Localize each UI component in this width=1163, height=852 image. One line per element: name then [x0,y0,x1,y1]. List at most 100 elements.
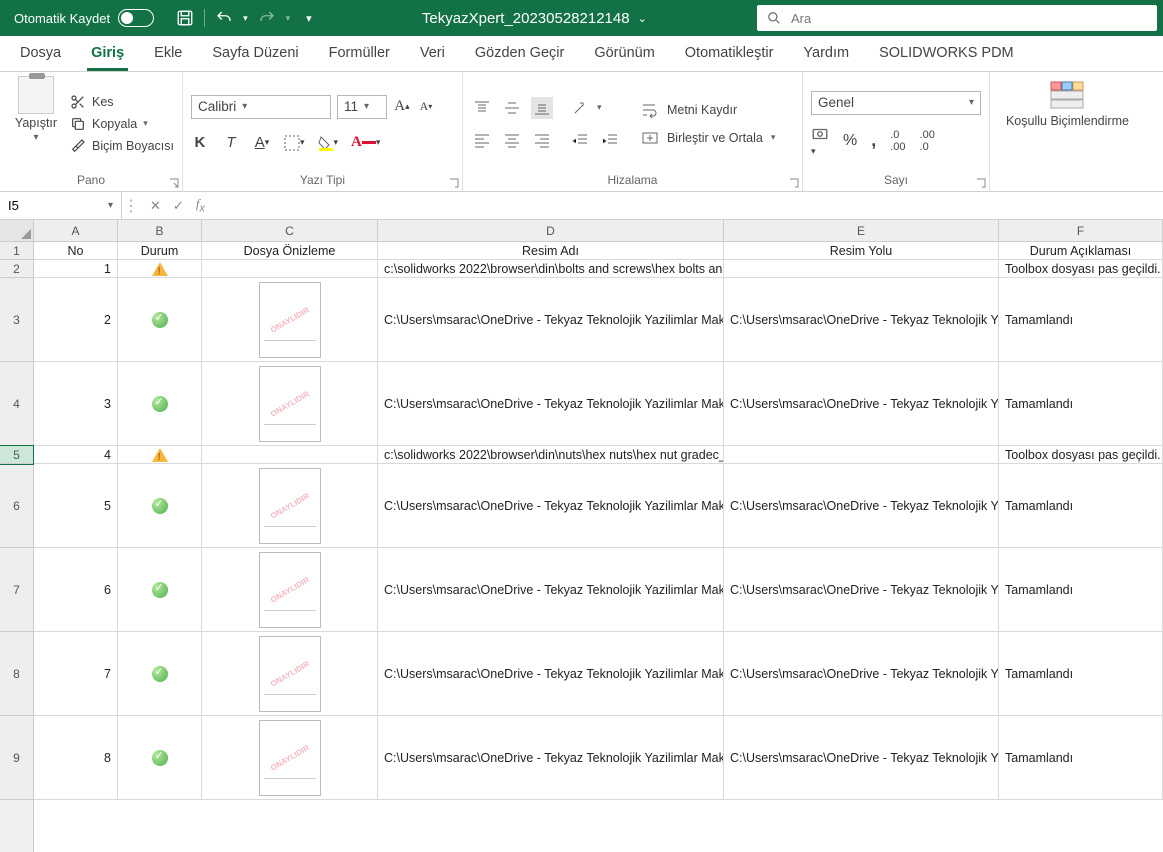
tab-dosya[interactable]: Dosya [16,37,65,71]
font-color-button[interactable]: A ▾ [351,133,380,153]
cell[interactable]: Tamamlandı [999,278,1163,362]
row-header[interactable]: 7 [0,548,33,632]
cell[interactable]: ONAYLIDIR [202,632,378,716]
align-top-icon[interactable] [471,97,493,119]
cell[interactable] [118,446,202,464]
cell[interactable]: C:\Users\msarac\OneDrive - Tekyaz Teknol… [378,548,724,632]
toggle-switch[interactable] [118,9,154,27]
cell[interactable]: C:\Users\msarac\OneDrive - Tekyaz Teknol… [724,362,999,446]
redo-icon[interactable] [258,9,276,27]
select-all-corner[interactable] [0,220,33,242]
cell[interactable]: Tamamlandı [999,362,1163,446]
cell[interactable]: c:\solidworks 2022\browser\din\bolts and… [378,260,724,278]
tab-formüller[interactable]: Formüller [325,37,394,71]
tab-görünüm[interactable]: Görünüm [590,37,658,71]
row-header[interactable]: 6 [0,464,33,548]
tab-sayfa-düzeni[interactable]: Sayfa Düzeni [208,37,302,71]
cell[interactable]: Dosya Önizleme [202,242,378,260]
cell[interactable]: No [34,242,118,260]
number-format-combo[interactable]: Genel ▾ [811,91,981,115]
cell[interactable]: C:\Users\msarac\OneDrive - Tekyaz Teknol… [378,362,724,446]
tab-ekle[interactable]: Ekle [150,37,186,71]
cell[interactable]: Toolbox dosyası pas geçildi. [999,446,1163,464]
cell[interactable]: ONAYLIDIR [202,278,378,362]
cell[interactable]: Durum [118,242,202,260]
font-name-combo[interactable]: Calibri ▾ [191,95,331,119]
tab-giriş[interactable]: Giriş [87,37,128,71]
cell[interactable]: C:\Users\msarac\OneDrive - Tekyaz Teknol… [378,464,724,548]
comma-button[interactable]: , [871,130,876,151]
cell[interactable]: c:\solidworks 2022\browser\din\nuts\hex … [378,446,724,464]
fill-color-button[interactable]: ▾ [318,133,339,153]
cell[interactable] [202,260,378,278]
cell[interactable]: Tamamlandı [999,632,1163,716]
row-header[interactable]: 4 [0,362,33,446]
cell[interactable] [118,548,202,632]
increase-indent-icon[interactable] [599,129,621,151]
row-header[interactable]: 3 [0,278,33,362]
cell[interactable]: 6 [34,548,118,632]
cell[interactable] [118,278,202,362]
row-header[interactable]: 8 [0,632,33,716]
chevron-down-icon[interactable]: ⌄ [638,12,647,25]
conditional-formatting-button[interactable]: Koşullu Biçimlendirme [998,76,1137,133]
chevron-down-icon[interactable]: ▾ [243,13,248,24]
column-header[interactable]: D [378,220,724,241]
cell[interactable]: Durum Açıklaması [999,242,1163,260]
wrap-text-button[interactable]: Metni Kaydır [641,101,775,119]
cell[interactable]: C:\Users\msarac\OneDrive - Tekyaz Teknol… [724,548,999,632]
cell[interactable]: ONAYLIDIR [202,716,378,800]
dialog-launcher-icon[interactable] [975,177,987,189]
cell[interactable]: 3 [34,362,118,446]
column-header[interactable]: B [118,220,202,241]
chevron-down-icon[interactable]: ▾ [143,118,148,129]
cell[interactable]: Tamamlandı [999,548,1163,632]
cell[interactable]: Resim Adı [378,242,724,260]
cell[interactable]: 1 [34,260,118,278]
dialog-launcher-icon[interactable] [788,177,800,189]
decrease-font-icon[interactable]: A▾ [417,97,435,117]
cell[interactable] [118,632,202,716]
percent-button[interactable]: % [843,132,857,150]
column-header[interactable]: E [724,220,999,241]
fx-icon[interactable]: fx [196,196,205,215]
align-middle-icon[interactable] [501,97,523,119]
cell[interactable]: 7 [34,632,118,716]
enter-icon[interactable]: ✓ [173,198,184,214]
increase-font-icon[interactable]: A▴ [393,97,411,117]
column-header[interactable]: F [999,220,1163,241]
chevron-down-icon[interactable]: ▾ [33,132,38,143]
cell[interactable]: 5 [34,464,118,548]
drag-handle-icon[interactable]: ⋮ [122,192,140,219]
cell[interactable]: C:\Users\msarac\OneDrive - Tekyaz Teknol… [724,716,999,800]
cell[interactable] [118,716,202,800]
cell[interactable]: C:\Users\msarac\OneDrive - Tekyaz Teknol… [724,278,999,362]
search-bar[interactable] [757,5,1157,31]
tab-veri[interactable]: Veri [416,37,449,71]
format-painter-button[interactable]: Biçim Boyacısı [70,138,174,154]
decrease-decimal-icon[interactable]: .00.0 [920,129,935,153]
chevron-down-icon[interactable]: ▾ [771,132,776,143]
cell[interactable]: 2 [34,278,118,362]
column-header[interactable]: A [34,220,118,241]
name-box[interactable]: ▾ [0,192,122,219]
dialog-launcher-icon[interactable] [168,177,180,189]
cell[interactable]: ONAYLIDIR [202,362,378,446]
cell[interactable] [724,446,999,464]
bold-button[interactable]: K [191,133,209,153]
search-input[interactable] [791,11,1147,26]
cell[interactable]: ONAYLIDIR [202,548,378,632]
row-header[interactable]: 9 [0,716,33,800]
merge-button[interactable]: Birleştir ve Ortala ▾ [641,129,775,147]
cell[interactable]: C:\Users\msarac\OneDrive - Tekyaz Teknol… [378,278,724,362]
chevron-down-icon[interactable]: ▾ [108,200,113,211]
font-size-combo[interactable]: 11 ▾ [337,95,387,119]
row-header[interactable]: 2 [0,260,33,278]
underline-button[interactable]: A ▾ [253,133,271,153]
cell[interactable] [724,260,999,278]
cell[interactable]: ONAYLIDIR [202,464,378,548]
borders-button[interactable]: ▾ [284,133,305,153]
formula-input[interactable] [215,192,1163,219]
cancel-icon[interactable]: ✕ [150,198,161,214]
decrease-indent-icon[interactable] [569,129,591,151]
